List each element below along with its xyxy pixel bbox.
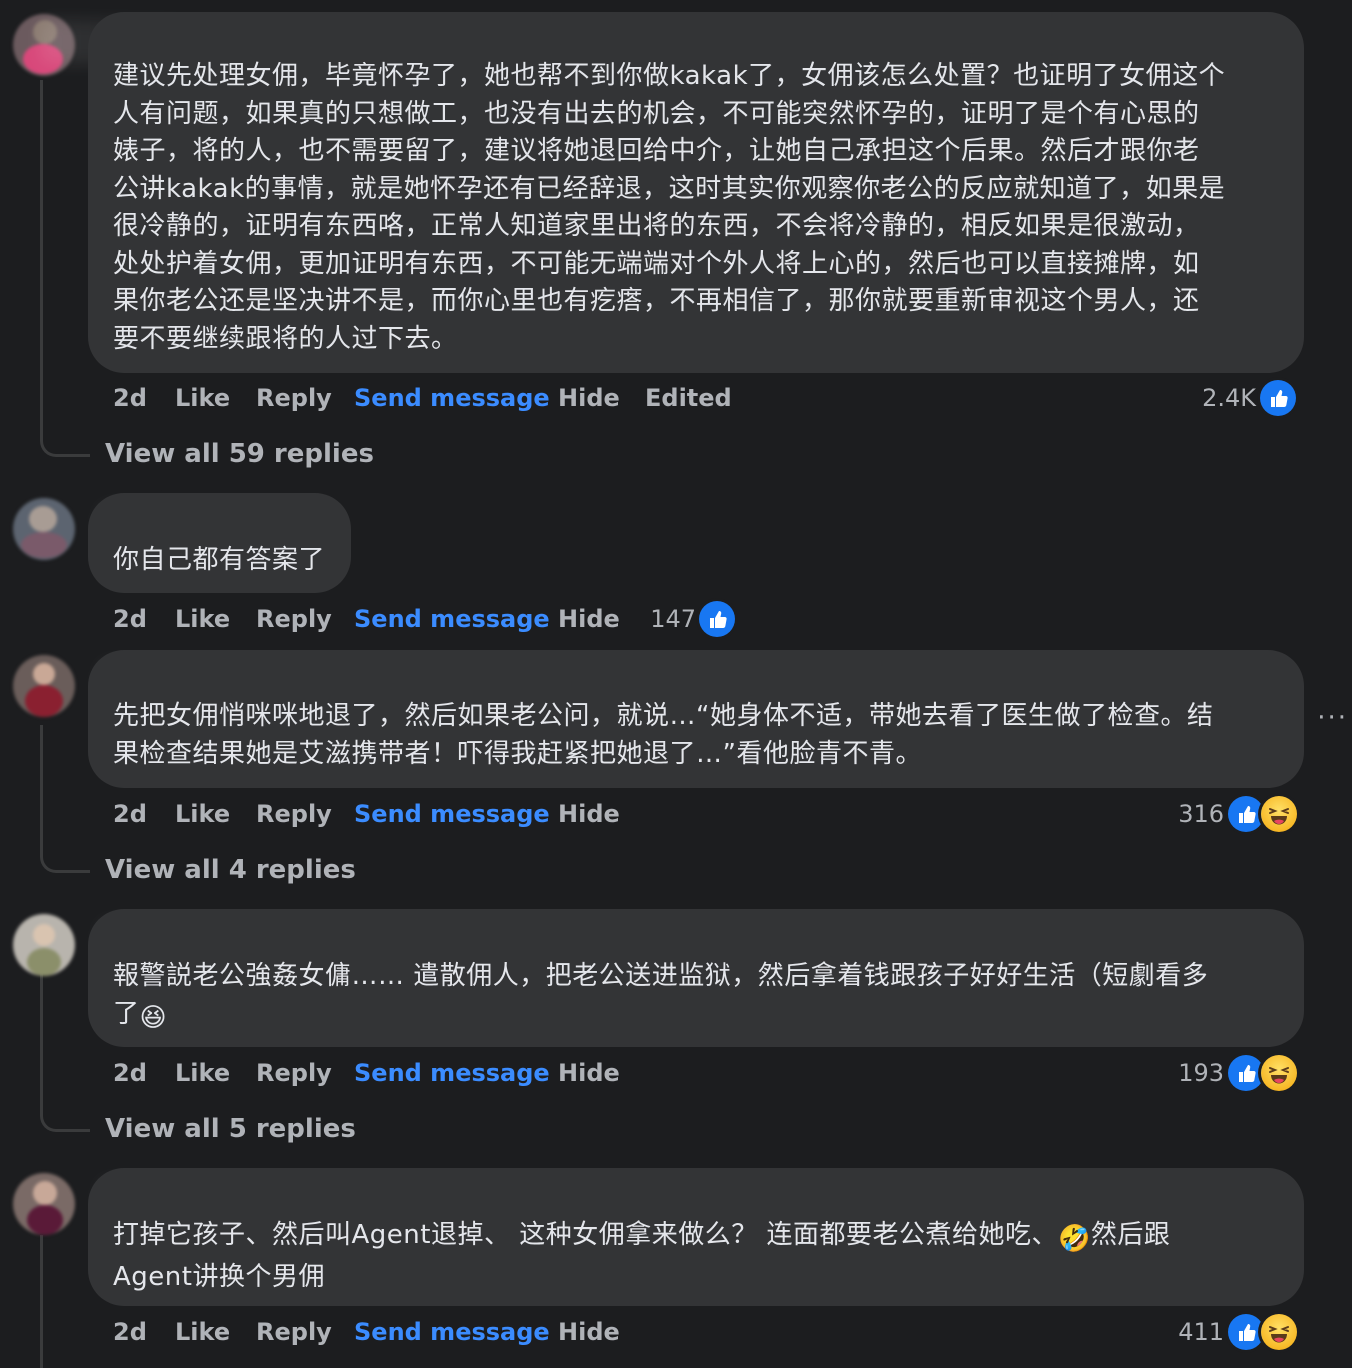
send-message-button[interactable]: Send message — [354, 604, 550, 634]
like-icon — [1228, 1055, 1264, 1091]
laughing-emoji-icon: 😆 — [139, 1002, 168, 1033]
view-replies-link[interactable]: View all 59 replies — [105, 438, 374, 470]
timestamp[interactable]: 2d — [113, 1317, 147, 1347]
reply-button[interactable]: Reply — [256, 799, 332, 829]
comment-text: 報警説老公強姦女傭…… 遣散佣人，把老公送进监狱，然后拿着钱跟孩子好好生活（短劇… — [113, 958, 1293, 1037]
avatar[interactable] — [13, 498, 75, 560]
hide-button[interactable]: Hide — [558, 383, 620, 413]
send-message-button[interactable]: Send message — [354, 1317, 550, 1347]
timestamp[interactable]: 2d — [113, 1058, 147, 1088]
like-icon — [699, 601, 735, 637]
reply-button[interactable]: Reply — [256, 1317, 332, 1347]
haha-icon — [1261, 796, 1297, 832]
hide-button[interactable]: Hide — [558, 799, 620, 829]
comment-text: 建议先处理女佣，毕竟怀孕了，她也帮不到你做kakak了，女佣该怎么处置？也证明了… — [113, 61, 1226, 354]
reply-button[interactable]: Reply — [256, 1058, 332, 1088]
haha-icon — [1261, 1314, 1297, 1350]
thread-line — [40, 965, 43, 1115]
like-icon — [1228, 1314, 1264, 1350]
comment-text-line: 了 — [113, 998, 140, 1029]
comment-text-line: 打掉它孩子、然后叫Agent退掉、 这种女佣拿来做么？ 连面都要老公煮给她吃、 — [113, 1220, 1058, 1250]
thread-elbow — [40, 1110, 90, 1132]
reaction-count[interactable]: 193 — [1160, 1058, 1224, 1088]
hide-button[interactable]: Hide — [558, 1317, 620, 1347]
like-button[interactable]: Like — [175, 1058, 230, 1088]
comments-feed: 建议先处理女佣，毕竟怀孕了，她也帮不到你做kakak了，女佣该怎么处置？也证明了… — [0, 0, 1352, 1368]
like-icon — [1260, 380, 1296, 416]
thread-elbow — [40, 851, 90, 873]
avatar[interactable] — [13, 1173, 75, 1235]
comment-text-line: Agent讲换个男佣 — [113, 1261, 325, 1292]
haha-icon — [1261, 1055, 1297, 1091]
more-options-icon[interactable]: ··· — [1317, 705, 1348, 731]
hide-button[interactable]: Hide — [558, 604, 620, 634]
thread-line — [40, 1235, 43, 1368]
like-button[interactable]: Like — [175, 383, 230, 413]
comment-text: 你自己都有答案了 — [113, 545, 326, 575]
timestamp[interactable]: 2d — [113, 604, 147, 634]
rofl-emoji-icon: 🤣 — [1058, 1224, 1091, 1254]
thread-elbow — [40, 435, 90, 457]
avatar[interactable] — [13, 655, 75, 717]
reply-button[interactable]: Reply — [256, 604, 332, 634]
send-message-button[interactable]: Send message — [354, 383, 550, 413]
comment-text-line: 報警説老公強姦女傭…… 遣散佣人，把老公送进监狱，然后拿着钱跟孩子好好生活（短劇… — [113, 961, 1209, 991]
like-icon — [1228, 796, 1264, 832]
view-replies-link[interactable]: View all 4 replies — [105, 854, 356, 886]
reaction-count[interactable]: 2.4K — [1180, 383, 1256, 413]
hide-button[interactable]: Hide — [558, 1058, 620, 1088]
reaction-count[interactable]: 411 — [1170, 1317, 1224, 1347]
comment-text-line: 然后跟 — [1090, 1220, 1171, 1250]
thread-line — [40, 80, 43, 440]
like-button[interactable]: Like — [175, 799, 230, 829]
reply-button[interactable]: Reply — [256, 383, 332, 413]
edited-label: Edited — [645, 384, 732, 412]
like-button[interactable]: Like — [175, 604, 230, 634]
timestamp[interactable]: 2d — [113, 383, 147, 413]
send-message-button[interactable]: Send message — [354, 799, 550, 829]
send-message-button[interactable]: Send message — [354, 1058, 550, 1088]
thread-line — [40, 725, 43, 856]
avatar[interactable] — [13, 914, 75, 976]
like-button[interactable]: Like — [175, 1317, 230, 1347]
timestamp[interactable]: 2d — [113, 799, 147, 829]
comment-text: 打掉它孩子、然后叫Agent退掉、 这种女佣拿来做么？ 连面都要老公煮给她吃、🤣… — [113, 1217, 1293, 1296]
reaction-count[interactable]: 316 — [1160, 799, 1224, 829]
comment-text: 先把女佣悄咪咪地退了，然后如果老公问，就说…“她身体不适，带她去看了医生做了检查… — [113, 701, 1214, 769]
reaction-count[interactable]: 147 — [640, 604, 696, 634]
view-replies-link[interactable]: View all 5 replies — [105, 1113, 356, 1145]
